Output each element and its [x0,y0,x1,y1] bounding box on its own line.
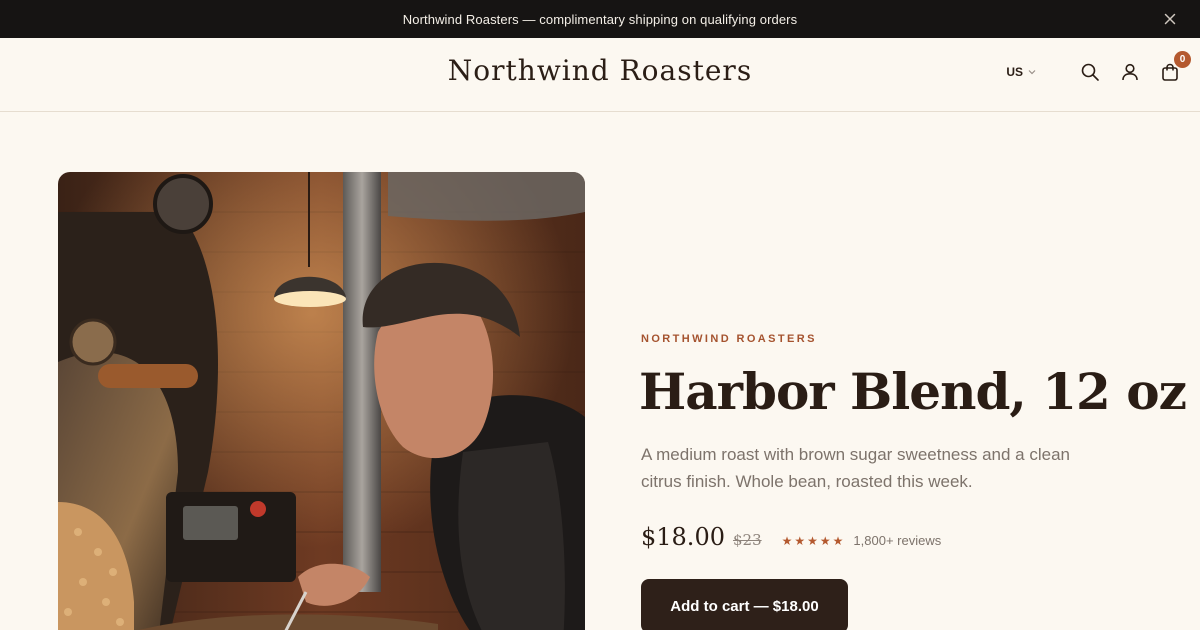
add-to-cart-button[interactable]: Add to cart — $18.00 [641,579,848,630]
product-price: $18.00 [641,523,725,551]
site-header: Northwind Roasters US 0 [0,38,1200,112]
announcement-text: Northwind Roasters — complimentary shipp… [402,11,798,27]
rating-stars: ★★★★★ [781,534,846,548]
cart-count-badge: 0 [1174,51,1191,68]
product-image[interactable] [58,172,585,630]
close-icon[interactable] [1162,11,1178,27]
product-description: A medium roast with brown sugar sweetnes… [641,445,1071,491]
locale-label: US [1006,65,1023,79]
product-vendor: NORTHWIND ROASTERS [641,333,817,345]
product-title: Harbor Blend, 12 oz [639,362,1187,421]
header-actions: US 0 [1006,51,1191,84]
price-row: $18.00 $23 ★★★★★ 1,800+ reviews [641,523,941,551]
cart-button[interactable]: 0 [1158,51,1191,84]
roaster-photo [58,172,585,630]
locale-selector[interactable]: US [1006,65,1036,79]
reviews-link[interactable]: 1,800+ reviews [853,533,941,548]
announcement-bar: Northwind Roasters — complimentary shipp… [0,0,1200,38]
chevron-down-icon [1028,70,1036,75]
compare-at-price: $23 [732,531,762,549]
search-icon[interactable] [1078,60,1102,84]
account-icon[interactable] [1118,60,1142,84]
